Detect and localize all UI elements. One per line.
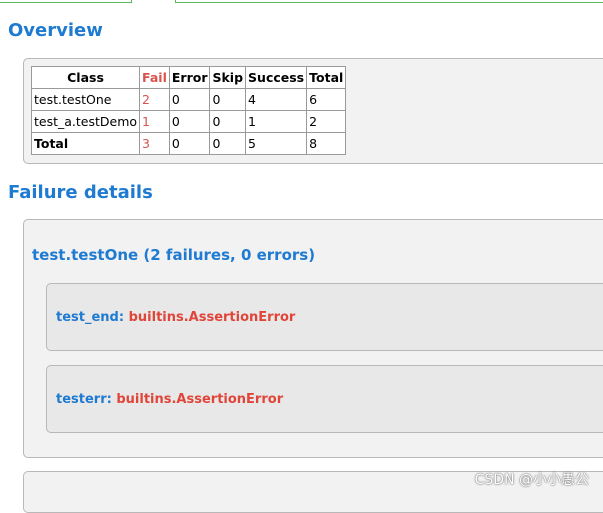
cell-error: 0: [168, 132, 211, 155]
tab-border-right: [175, 0, 603, 3]
cell-skip: 0: [209, 110, 247, 133]
cell-fail: 1: [139, 110, 170, 133]
failure-case: testerr: builtins.AssertionError: [46, 365, 603, 433]
cell-fail: 3: [139, 132, 170, 155]
cell-total: 2: [306, 110, 347, 133]
cell-error: 0: [168, 110, 211, 133]
header-error: Error: [168, 66, 211, 89]
cell-total: 8: [306, 132, 347, 155]
header-total: Total: [306, 66, 347, 89]
cell-skip: 0: [209, 88, 247, 111]
failure-case-text: testerr: builtins.AssertionError: [56, 392, 283, 407]
error-type: builtins.AssertionError: [116, 392, 284, 407]
overview-heading: Overview: [8, 20, 103, 41]
tab-border-left: [0, 0, 132, 3]
table-header-row: Class Fail Error Skip Success Total: [30, 66, 347, 89]
cell-success: 5: [245, 132, 308, 155]
failure-group-title: test.testOne (2 failures, 0 errors): [32, 246, 316, 264]
cell-class: test.testOne: [30, 88, 141, 111]
summary-table: Class Fail Error Skip Success Total test…: [30, 66, 347, 155]
header-skip: Skip: [209, 66, 247, 89]
tab-strip: [0, 0, 603, 3]
test-name: testerr:: [56, 392, 112, 407]
header-class: Class: [30, 66, 141, 89]
failure-details-heading: Failure details: [8, 182, 153, 203]
table-total-row: Total 3 0 0 5 8: [30, 132, 347, 155]
cell-class: Total: [30, 132, 141, 155]
table-row: test.testOne 2 0 0 4 6: [30, 88, 347, 111]
header-fail: Fail: [139, 66, 170, 89]
header-success: Success: [245, 66, 308, 89]
error-type: builtins.AssertionError: [128, 310, 296, 325]
test-name: test_end:: [56, 310, 125, 325]
watermark: CSDN @小小愚公: [474, 472, 589, 488]
cell-skip: 0: [209, 132, 247, 155]
cell-class: test_a.testDemo: [30, 110, 141, 133]
cell-fail: 2: [139, 88, 170, 111]
cell-total: 6: [306, 88, 347, 111]
table-row: test_a.testDemo 1 0 0 1 2: [30, 110, 347, 133]
cell-error: 0: [168, 88, 211, 111]
failure-case-text: test_end: builtins.AssertionError: [56, 310, 295, 325]
cell-success: 1: [245, 110, 308, 133]
cell-success: 4: [245, 88, 308, 111]
failure-case: test_end: builtins.AssertionError: [46, 283, 603, 351]
